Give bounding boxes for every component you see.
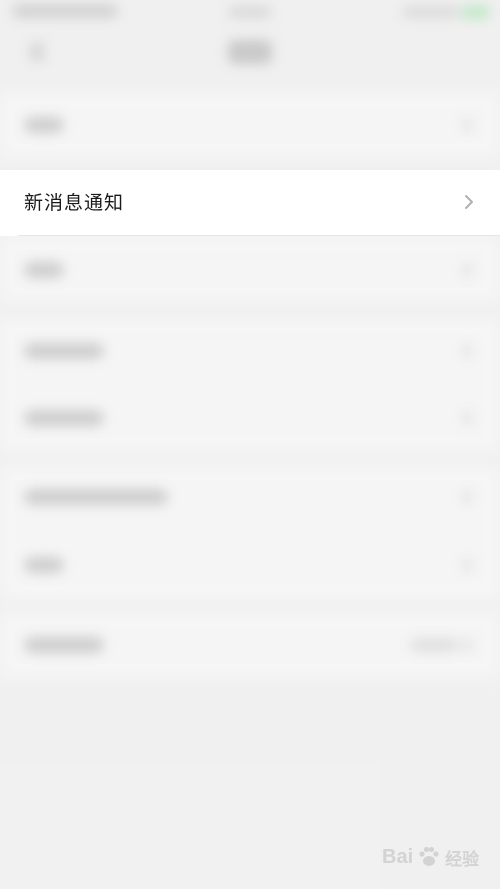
settings-item-new-message-notification[interactable]: 新消息通知 xyxy=(0,170,500,236)
paw-icon xyxy=(419,846,439,866)
row-divider xyxy=(18,235,500,236)
chevron-right-icon xyxy=(465,195,473,209)
baidu-jingyan-watermark: Bai 经验 xyxy=(382,834,494,880)
watermark-brand-latin: Bai xyxy=(382,845,414,868)
settings-screen: 新消息通知 Bai 经验 xyxy=(0,0,500,889)
dim-overlay xyxy=(0,0,500,889)
watermark-brand-suffix: 经验 xyxy=(445,849,480,870)
settings-item-label: 新消息通知 xyxy=(24,192,125,214)
